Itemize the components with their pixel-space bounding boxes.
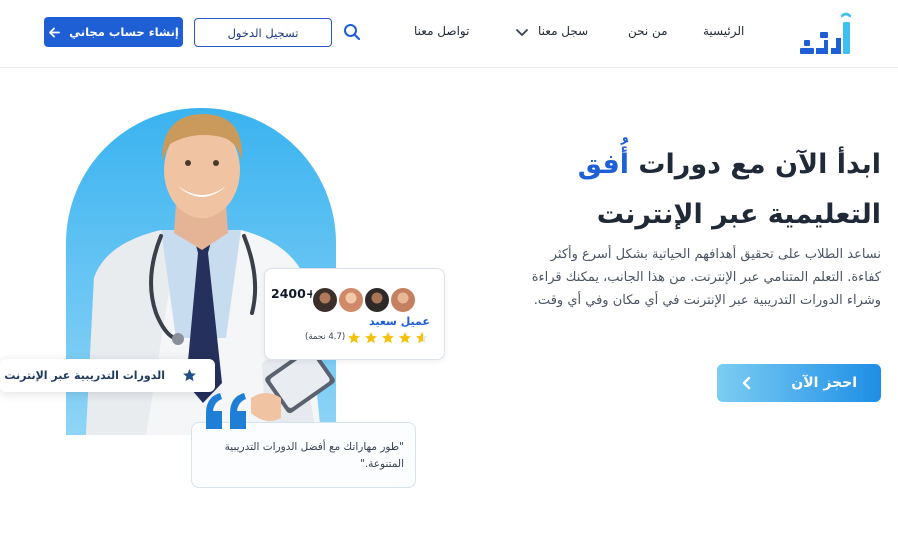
rating-stars bbox=[348, 332, 428, 344]
hero-title: ابدأ الآن مع دورات أُفق التعليمية عبر ال… bbox=[461, 140, 881, 240]
hero-title-brand: أُفق bbox=[577, 149, 630, 180]
nav-register[interactable]: سجل معنا bbox=[538, 24, 588, 38]
nav-home[interactable]: الرئيسية bbox=[703, 24, 744, 38]
clients-count: 2400+ bbox=[271, 286, 317, 301]
star-icon bbox=[183, 369, 196, 382]
arrow-left-icon bbox=[49, 27, 61, 37]
star-icon bbox=[365, 332, 377, 344]
star-icon bbox=[382, 332, 394, 344]
quote-text: "طور مهاراتك مع أفضل الدورات التدريبية ا… bbox=[224, 441, 404, 470]
quote-card: "طور مهاراتك مع أفضل الدورات التدريبية ا… bbox=[191, 422, 416, 488]
star-icon bbox=[399, 332, 411, 344]
rating-text: (4.7 نجمة) bbox=[305, 332, 346, 342]
happy-clients-card: 2400+ عميل سعيد (4.7 نجمة) bbox=[264, 268, 445, 360]
nav-contact[interactable]: تواصل معنا bbox=[414, 24, 469, 38]
search-icon[interactable] bbox=[342, 22, 362, 42]
star-icon bbox=[348, 332, 360, 344]
signup-button-label: إنشاء حساب مجاني bbox=[69, 25, 179, 39]
online-courses-label: الدورات التدريبية عبر الإنترنت bbox=[4, 369, 165, 382]
chevron-down-icon[interactable] bbox=[514, 24, 530, 40]
hero-title-prefix: ابدأ الآن مع دورات bbox=[629, 149, 881, 180]
clients-label: عميل سعيد bbox=[369, 315, 430, 328]
book-now-label: احجز الآن bbox=[791, 375, 857, 391]
login-button[interactable]: تسجيل الدخول bbox=[194, 18, 332, 47]
signup-button[interactable]: إنشاء حساب مجاني bbox=[44, 17, 183, 47]
hero-title-line2: التعليمية عبر الإنترنت bbox=[596, 199, 881, 230]
hero-description: نساعد الطلاب على تحقيق أهدافهم الحياتية … bbox=[531, 247, 881, 308]
landing-page: الرئيسية من نحن سجل معنا تواصل معنا تسجي… bbox=[0, 0, 898, 535]
avatar-group bbox=[311, 286, 417, 314]
book-now-button[interactable]: احجز الآن bbox=[717, 364, 881, 402]
chevron-left-icon bbox=[742, 376, 751, 390]
top-navbar: الرئيسية من نحن سجل معنا تواصل معنا تسجي… bbox=[0, 0, 898, 68]
online-courses-badge: الدورات التدريبية عبر الإنترنت bbox=[0, 359, 215, 392]
quote-icon bbox=[206, 393, 246, 429]
login-button-label: تسجيل الدخول bbox=[227, 25, 299, 40]
nav-about[interactable]: من نحن bbox=[628, 24, 668, 38]
afaq-logo[interactable] bbox=[798, 10, 858, 58]
